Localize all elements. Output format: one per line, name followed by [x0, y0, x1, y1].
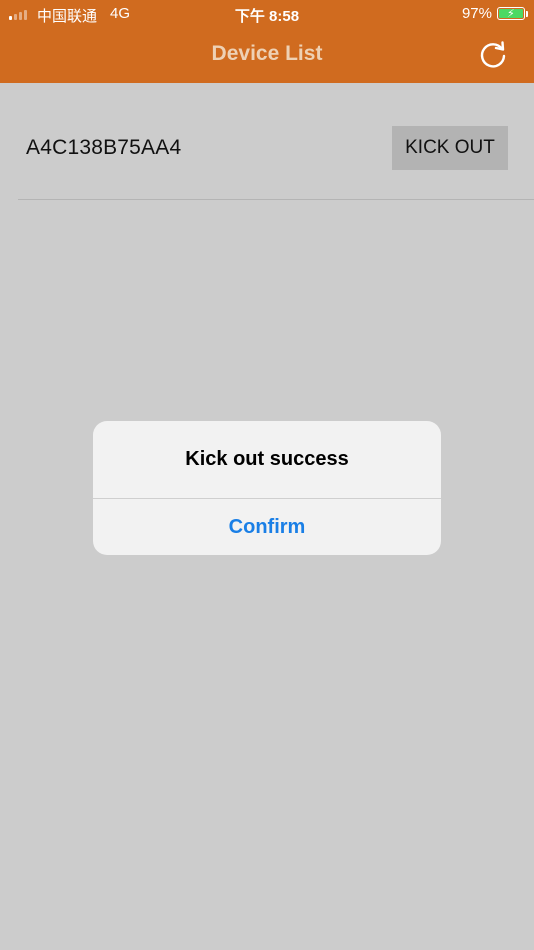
page-title: Device List [211, 42, 323, 65]
app-header: 中国联通 4G 下午 8:58 97% ⚡ Device List [0, 0, 534, 83]
battery-percent: 97% [461, 5, 492, 22]
alert-dialog: Kick out success Confirm [93, 421, 441, 555]
status-time: 下午 8:58 [234, 8, 300, 25]
device-list-item: A4C138B75AA4 KICK OUT [18, 100, 534, 200]
device-id: A4C138B75AA4 [26, 136, 182, 159]
battery-cap [526, 11, 528, 17]
status-bar: 中国联通 4G 下午 8:58 97% ⚡ [0, 0, 534, 28]
battery-icon: ⚡ [497, 7, 525, 20]
alert-message: Kick out success [185, 448, 349, 470]
kick-out-button[interactable]: KICK OUT [392, 126, 508, 170]
confirm-button[interactable]: Confirm [93, 499, 441, 555]
refresh-icon[interactable] [478, 40, 508, 70]
